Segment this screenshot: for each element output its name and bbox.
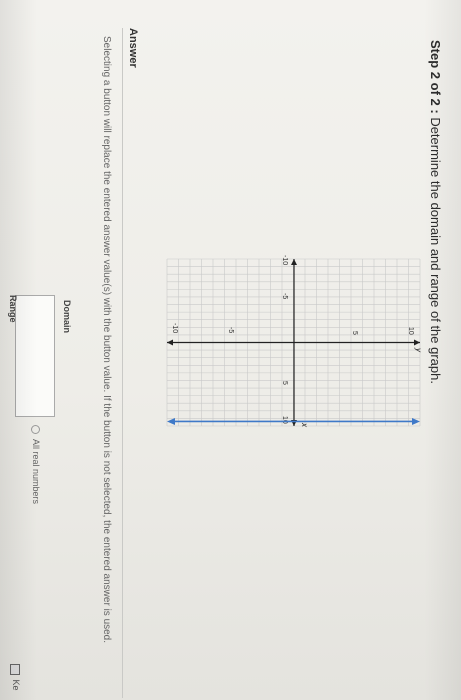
- domain-all-real-option[interactable]: All real numbers: [30, 425, 41, 505]
- y-tick-five: 5: [351, 331, 358, 335]
- coordinate-graph: x y -10 -5 5 10 10 5 -5 -10: [166, 255, 423, 428]
- x-tick-ten: 10: [281, 416, 288, 424]
- x-axis-label: x: [300, 422, 309, 428]
- y-axis-bottom-arrow-icon: [167, 339, 173, 346]
- all-real-label: All real numbers: [31, 439, 41, 505]
- step-text: Determine the domain and range of the gr…: [428, 117, 443, 384]
- step-heading: Step 2 of 2 : Determine the domain and r…: [428, 40, 443, 384]
- x-tick-five: 5: [281, 381, 288, 385]
- y-tick-ten: 10: [407, 327, 414, 335]
- answer-heading: Answer: [127, 28, 139, 68]
- keypad-label: Ke: [11, 679, 21, 691]
- x-tick-neg-ten: -10: [281, 255, 288, 265]
- domain-input[interactable]: [15, 295, 55, 417]
- y-axis-arrow-icon: [414, 339, 420, 346]
- keypad-icon: [10, 664, 21, 675]
- x-tick-neg-five: -5: [281, 293, 288, 299]
- answer-section: Answer Selecting a button will replace t…: [101, 28, 139, 698]
- y-axis-label: y: [414, 347, 423, 353]
- line-arrow-up-icon: [412, 417, 420, 425]
- keypad-button[interactable]: Ke: [10, 664, 21, 691]
- y-tick-neg-ten: -10: [171, 323, 178, 333]
- divider: [122, 28, 123, 698]
- line-arrow-down-icon: [167, 417, 175, 425]
- radio-button-icon[interactable]: [30, 425, 40, 434]
- answer-instructions: Selecting a button will replace the ente…: [101, 36, 112, 644]
- screen: Step 2 of 2 : Determine the domain and r…: [0, 0, 461, 700]
- step-prefix: Step 2 of 2 :: [428, 40, 443, 114]
- range-label: Range: [8, 295, 18, 323]
- y-tick-neg-five: -5: [227, 327, 234, 333]
- x-axis-left-arrow-icon: [291, 259, 297, 265]
- domain-label: Domain: [62, 300, 72, 334]
